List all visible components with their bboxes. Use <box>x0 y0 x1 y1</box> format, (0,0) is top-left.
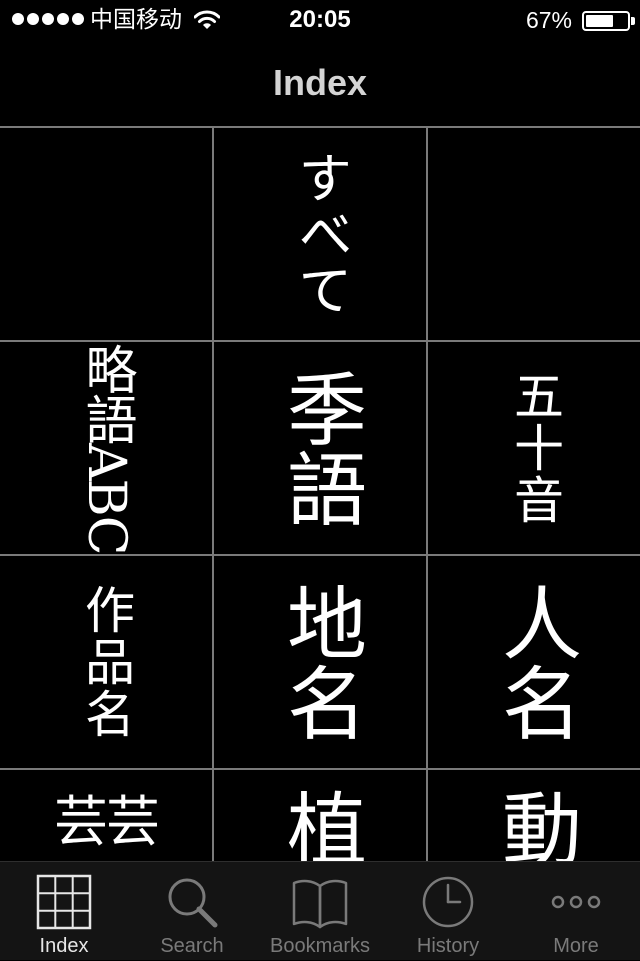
grid-cell-place-name[interactable]: 地名 <box>214 556 428 770</box>
grid-cell-label: 作品名 <box>77 584 135 740</box>
grid-cell-abbreviation-abc[interactable]: 略語ABC <box>0 342 214 556</box>
page-title: Index <box>272 62 368 103</box>
clock-icon <box>422 876 474 928</box>
grid-cell-label: 芸芸 <box>54 790 160 853</box>
magnifier-icon <box>168 878 218 928</box>
grid-cell-all[interactable]: すべて <box>214 128 428 342</box>
grid-cell-gojuon[interactable]: 五十音 <box>428 342 640 556</box>
grid-cell-work-title[interactable]: 作品名 <box>0 556 214 770</box>
tab-more[interactable]: More <box>512 862 640 961</box>
tab-label: Search <box>160 935 224 957</box>
grid-cell-label: 五十音 <box>506 370 564 526</box>
grid-cell-empty <box>0 128 214 342</box>
grid-cell-season-word[interactable]: 季語 <box>214 342 428 556</box>
tab-label: Index <box>39 935 89 957</box>
grid-cell-label: 地名 <box>274 582 367 742</box>
battery-icon <box>582 11 630 31</box>
tab-index[interactable]: Index <box>0 862 128 961</box>
grid-cell-art-name[interactable]: 芸芸 <box>0 770 214 861</box>
battery-percentage: 67% <box>525 7 572 33</box>
grid-cell-empty <box>428 128 640 342</box>
open-book-icon <box>292 879 348 929</box>
tab-bar: Index Search Bookmarks History More <box>0 861 640 960</box>
grid-cell-label: すべて <box>289 150 352 318</box>
navigation-bar: Index <box>0 40 640 128</box>
tab-label: History <box>416 935 480 957</box>
tab-history[interactable]: History <box>384 862 512 961</box>
grid-cell-label: 動 <box>489 788 582 861</box>
status-bar: 中国移动 20:05 67% <box>0 0 640 40</box>
more-dots-icon <box>551 895 601 909</box>
tab-label: More <box>553 935 599 957</box>
grid-cell-animal[interactable]: 動 <box>428 770 640 861</box>
battery-nub <box>631 17 635 25</box>
tab-label: Bookmarks <box>269 935 371 957</box>
grid-cell-person-name[interactable]: 人名 <box>428 556 640 770</box>
grid-cell-label: 人名 <box>489 582 582 742</box>
grid-icon <box>36 874 92 930</box>
tab-bookmarks[interactable]: Bookmarks <box>256 862 384 961</box>
battery-level-fill <box>586 15 613 27</box>
grid-cell-label: 植 <box>274 788 367 861</box>
index-grid: すべて 略語ABC 季語 五十音 作品名 地名 人名 芸芸 植 動 <box>0 128 640 861</box>
grid-cell-plant[interactable]: 植 <box>214 770 428 861</box>
grid-cell-label: 季語 <box>274 368 367 528</box>
grid-cell-label: 略語ABC <box>76 342 136 554</box>
tab-search[interactable]: Search <box>128 862 256 961</box>
